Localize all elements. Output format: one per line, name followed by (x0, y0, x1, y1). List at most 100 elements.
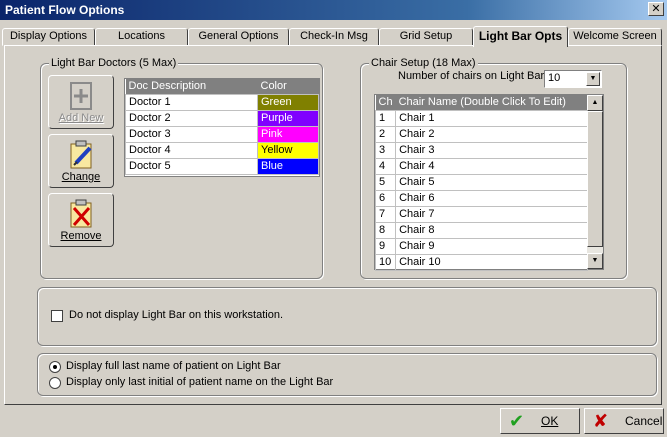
chair-number: 1 (374, 109, 397, 127)
tab-check-in-msg[interactable]: Check-In Msg (289, 28, 379, 46)
hide-light-bar-label: Do not display Light Bar on this worksta… (69, 309, 284, 321)
chair-row[interactable]: 10 Chair 10 (374, 253, 588, 271)
initial-radio[interactable] (49, 377, 61, 389)
chairs-grid[interactable]: Ch Chair Name (Double Click To Edit) 1 Ch… (374, 94, 604, 271)
tab-welcome-screen[interactable]: Welcome Screen (568, 28, 662, 46)
cancel-button[interactable]: ✘ Cancel (584, 408, 664, 434)
remove-label: Remove (60, 230, 102, 242)
chair-number: 8 (374, 221, 397, 239)
chair-row[interactable]: 1 Chair 1 (374, 109, 588, 127)
doctor-color: Pink (257, 125, 319, 143)
chair-name: Chair 7 (395, 205, 588, 223)
doctor-color: Green (257, 93, 319, 111)
chair-number: 5 (374, 173, 397, 191)
chair-name: Chair 3 (395, 141, 588, 159)
full-name-label: Display full last name of patient on Lig… (66, 360, 281, 372)
chair-row[interactable]: 3 Chair 3 (374, 141, 588, 159)
chairs-scrollbar[interactable]: ▲ ▼ (587, 95, 603, 269)
group-title: Light Bar Doctors (5 Max) (49, 57, 179, 69)
arrow-up-icon: ▲ (591, 99, 599, 106)
tab-light-bar-opts[interactable]: Light Bar Opts (473, 26, 568, 47)
doctor-name: Doctor 1 (125, 93, 258, 111)
doctors-grid[interactable]: Doc Description Color Doctor 1 Green Docto… (124, 78, 320, 177)
tab-general-options[interactable]: General Options (188, 28, 289, 46)
tab-label: General Options (198, 30, 279, 42)
tab-label: Welcome Screen (573, 30, 657, 42)
add-new-icon (70, 82, 92, 110)
tab-label: Light Bar Opts (478, 29, 563, 43)
chair-row[interactable]: 7 Chair 7 (374, 205, 588, 223)
add-new-button[interactable]: Add New (48, 75, 114, 129)
chair-number: 10 (374, 253, 397, 271)
chair-row[interactable]: 6 Chair 6 (374, 189, 588, 207)
chair-number: 6 (374, 189, 397, 207)
chair-row[interactable]: 8 Chair 8 (374, 221, 588, 239)
chair-count-select[interactable]: 10 ▼ (544, 70, 602, 88)
tab-label: Check-In Msg (300, 30, 368, 42)
chair-row[interactable]: 4 Chair 4 (374, 157, 588, 175)
close-button[interactable]: ✕ (648, 2, 664, 16)
tab-display-options[interactable]: Display Options (2, 28, 95, 46)
tab-locations[interactable]: Locations (95, 28, 188, 46)
light-bar-doctors-group: Light Bar Doctors (5 Max) Add New Change (40, 57, 323, 279)
chair-row[interactable]: 9 Chair 9 (374, 237, 588, 255)
chair-count-label: Number of chairs on Light Bar (398, 70, 545, 82)
chair-name: Chair 10 (395, 253, 588, 271)
doctor-row[interactable]: Doctor 4 Yellow (125, 141, 319, 159)
doctor-name: Doctor 4 (125, 141, 258, 159)
chair-count-value: 10 (548, 72, 561, 84)
doctor-name: Doctor 2 (125, 109, 258, 127)
chair-number: 7 (374, 205, 397, 223)
tab-label: Display Options (9, 30, 88, 42)
chair-name: Chair 5 (395, 173, 588, 191)
scroll-thumb[interactable] (587, 111, 603, 247)
doctor-name: Doctor 5 (125, 157, 258, 175)
chair-name: Chair 4 (395, 157, 588, 175)
full-name-radio[interactable] (49, 361, 61, 373)
chair-name: Chair 1 (395, 109, 588, 127)
chevron-down-icon: ▼ (586, 72, 600, 86)
clipboard-delete-icon (70, 199, 92, 228)
window-title: Patient Flow Options (5, 3, 125, 17)
ok-button[interactable]: ✔ OK (500, 408, 580, 434)
workstation-group: Do not display Light Bar on this worksta… (37, 287, 657, 346)
clipboard-pencil-icon (70, 140, 92, 169)
doctor-row[interactable]: Doctor 1 Green (125, 93, 319, 111)
chair-name: Chair 6 (395, 189, 588, 207)
change-button[interactable]: Change (48, 134, 114, 188)
add-new-label: Add New (58, 112, 104, 124)
chair-row[interactable]: 2 Chair 2 (374, 125, 588, 143)
tab-grid-setup[interactable]: Grid Setup (379, 28, 473, 46)
chair-number: 4 (374, 157, 397, 175)
chair-name: Chair 8 (395, 221, 588, 239)
chair-number: 2 (374, 125, 397, 143)
scroll-down-button[interactable]: ▼ (587, 253, 603, 269)
chair-row[interactable]: 5 Chair 5 (374, 173, 588, 191)
doctor-color: Yellow (257, 141, 319, 159)
column-header: Ch (375, 95, 396, 110)
scroll-up-button[interactable]: ▲ (587, 95, 603, 111)
tab-page: Light Bar Doctors (5 Max) Add New Change (4, 45, 662, 405)
chair-name: Chair 9 (395, 237, 588, 255)
chair-number: 9 (374, 237, 397, 255)
doctor-name: Doctor 3 (125, 125, 258, 143)
name-display-group: Display full last name of patient on Lig… (37, 353, 657, 396)
remove-button[interactable]: Remove (48, 193, 114, 247)
tab-label: Grid Setup (399, 30, 453, 42)
change-label: Change (61, 171, 101, 183)
doctor-row[interactable]: Doctor 3 Pink (125, 125, 319, 143)
close-icon: ✕ (651, 3, 661, 15)
title-bar: Patient Flow Options ✕ (0, 0, 667, 20)
column-header: Doc Description (125, 79, 258, 94)
doctor-row[interactable]: Doctor 2 Purple (125, 109, 319, 127)
column-header: Color (257, 79, 319, 94)
column-header: Chair Name (Double Click To Edit) (395, 95, 588, 110)
chair-number: 3 (374, 141, 397, 159)
doctor-color: Purple (257, 109, 319, 127)
checkmark-icon: ✔ (509, 411, 525, 431)
doctor-row[interactable]: Doctor 5 Blue (125, 157, 319, 175)
chair-setup-group: Chair Setup (18 Max) Number of chairs on… (360, 57, 627, 279)
hide-light-bar-checkbox[interactable] (51, 310, 63, 322)
initial-label: Display only last initial of patient nam… (66, 376, 334, 388)
cancel-x-icon: ✘ (593, 411, 609, 431)
